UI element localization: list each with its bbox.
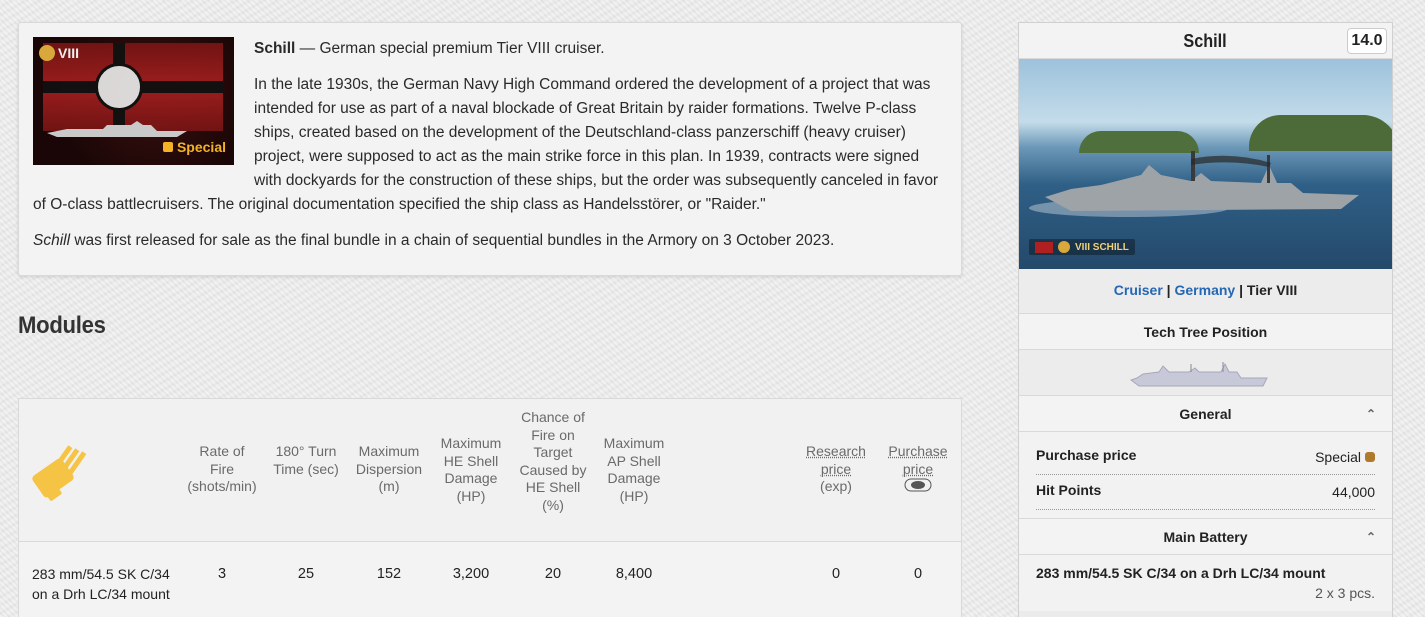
col-rate-of-fire: Rate of Fire (shots/min) [187,443,257,494]
col-purchase-price[interactable]: Purchase price [883,443,953,497]
main-battery-section-toggle[interactable]: Main Battery ⌃ [1019,519,1392,555]
modules-heading: Modules [18,312,106,339]
rating-badge: 14.0 [1347,28,1387,54]
hit-points-value: 44,000 [1332,484,1375,500]
class-link-cruiser[interactable]: Cruiser [1114,282,1163,298]
germany-flag-icon [1035,241,1053,253]
table-row: 283 mm/54.5 SK C/34 on a Drh LC/34 mount… [19,542,961,617]
doubloon-icon [1365,452,1375,462]
hit-points-label: Hit Points [1036,482,1102,498]
ship-image-label: VIII SCHILL [1029,239,1135,255]
cell-fire-chance: 20 [544,566,562,582]
module-name: 283 mm/54.5 SK C/34 on a Drh LC/34 mount [32,566,170,602]
credits-icon [904,478,932,492]
nation-link-germany[interactable]: Germany [1175,282,1236,298]
special-coin-icon [162,142,173,152]
col-research-price[interactable]: Research price (exp) [801,443,871,496]
intro-release: Schill was first released for sale as th… [33,229,947,253]
banner-special-label: Special [176,139,226,155]
intro-ship-name: Schill [254,40,296,57]
release-ship-name: Schill [33,232,71,249]
col-max-dispersion: Maximum Dispersion (m) [355,443,423,494]
purchase-price-label[interactable]: Purchase price [888,443,947,477]
general-section: Purchase price Special Hit Points 44,000 [1019,432,1392,519]
cell-research-price: 0 [831,566,841,582]
hit-points-row: Hit Points 44,000 [1036,475,1375,510]
tech-tree-silhouette[interactable] [1019,350,1392,396]
infobox-title: Schill 14.0 [1019,23,1392,59]
intro-summary-text: — German special premium Tier VIII cruis… [295,40,605,57]
main-battery-gun: 283 mm/54.5 SK C/34 on a Drh LC/34 mount [1036,565,1326,581]
cell-max-ap-damage: 8,400 [615,566,653,582]
intro-card: VIII Special Schill — German special pre… [18,22,962,276]
research-price-unit: (exp) [820,478,852,494]
ship-infobox: Schill 14.0 VIII SCHILL Cruiser | German… [1018,22,1393,617]
banner-special: Special [162,135,226,159]
ship-silhouette-icon [1129,362,1268,387]
ship-image-label-text: VIII SCHILL [1075,241,1129,253]
banner-tier-label: VIII [58,45,80,61]
main-battery-turret-icon [32,445,87,501]
cell-turn-time: 25 [297,566,315,582]
main-battery-section: 283 mm/54.5 SK C/34 on a Drh LC/34 mount… [1019,555,1392,611]
cell-max-dispersion: 152 [376,566,402,582]
ship-preview-image: VIII SCHILL [1019,59,1392,269]
modules-table: Rate of Fire (shots/min) 180° Turn Time … [18,398,962,617]
ship-class-line: Cruiser | Germany | Tier VIII [1019,269,1392,314]
infobox-ship-name: Schill [1183,31,1228,51]
col-max-ap-damage: Maximum AP Shell Damage (HP) [603,435,665,504]
release-text: was first released for sale as the final… [70,232,835,249]
tech-tree-position-header: Tech Tree Position [1019,314,1392,350]
tier-medal-icon [39,45,55,61]
main-battery-qty: 2 x 3 pcs. [1315,585,1375,601]
modules-table-header: Rate of Fire (shots/min) 180° Turn Time … [19,399,961,542]
purchase-price-label: Purchase price [1036,447,1137,463]
purchase-price-value: Special [1315,449,1361,465]
special-medal-icon [1058,241,1070,253]
tier-label: Tier VIII [1246,282,1298,298]
cell-purchase-price: 0 [913,566,923,582]
general-section-toggle[interactable]: General ⌃ [1019,396,1392,432]
col-max-he-damage: Maximum HE Shell Damage (HP) [440,435,502,504]
banner-tier: VIII [39,41,79,65]
cell-rate-of-fire: 3 [217,566,227,582]
col-fire-chance: Chance of Fire on Target Caused by HE Sh… [519,409,587,513]
ship-banner-image: VIII Special [33,37,234,165]
col-turn-time: 180° Turn Time (sec) [273,443,339,477]
chevron-up-icon[interactable]: ⌃ [1366,519,1376,555]
purchase-price-row: Purchase price Special [1036,440,1375,475]
cell-max-he-damage: 3,200 [452,566,490,582]
chevron-up-icon[interactable]: ⌃ [1366,396,1376,432]
ship-render-icon [1045,151,1359,211]
research-price-label[interactable]: Research price [806,443,866,477]
